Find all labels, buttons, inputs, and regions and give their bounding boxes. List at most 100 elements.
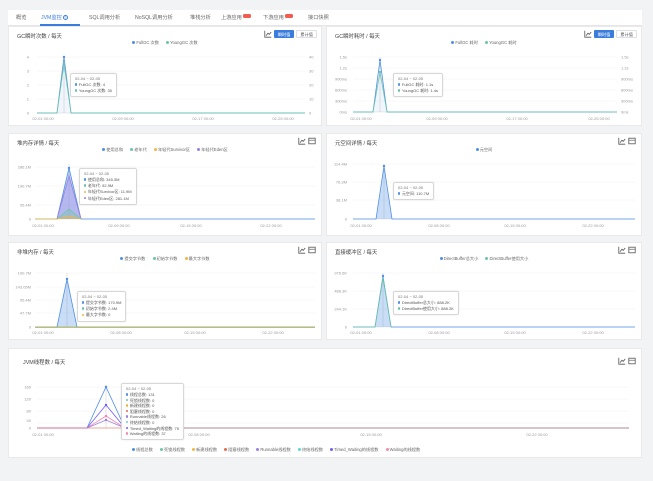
- x-tick: 02-15 00:00: [504, 330, 526, 335]
- tab-upstream-apps[interactable]: 上游应用: [221, 14, 251, 21]
- tooltip-date: 02-04 ~ 02-05: [398, 294, 424, 299]
- x-tick: 02-08 00:00: [428, 223, 450, 228]
- y2-tick: 0: [309, 111, 312, 116]
- tab-jvm-monitor[interactable]: JVM监控?: [41, 14, 68, 21]
- data-point[interactable]: [104, 403, 108, 407]
- x-tick: 02-01 00:00: [32, 432, 54, 437]
- legend-dot: [224, 448, 228, 451]
- data-point[interactable]: [104, 385, 108, 389]
- data-point[interactable]: [62, 55, 66, 59]
- legend-item[interactable]: Timed_Waiting的线程数: [330, 447, 378, 452]
- tab-sql-analysis[interactable]: SQL调用分析: [89, 14, 120, 21]
- data-point[interactable]: [65, 277, 69, 281]
- y-tick: 0ms: [339, 110, 347, 115]
- tab-interface-snapshot[interactable]: 接口快照: [308, 14, 329, 21]
- legend-label: 阻塞线程数: [228, 447, 250, 452]
- legend-label: 死锁线程数: [163, 447, 185, 452]
- tooltip-label: Runnable线程数:: [129, 414, 161, 420]
- tooltip-date: 02-04 ~ 02-05: [126, 386, 152, 391]
- panel-metaspace: 元空间详情 / 每天 元空间 114.4M 76.3M 38.1M 0 02-0…: [326, 133, 642, 236]
- tooltip-value: 131: [148, 392, 155, 397]
- y-tick: 120: [24, 397, 31, 402]
- tooltip-label: FullGC 耗时:: [401, 82, 425, 87]
- legend-item[interactable]: 死锁线程数: [159, 447, 185, 452]
- legend-item[interactable]: 阻塞线程数: [224, 447, 249, 452]
- chart-gc-time: 1.5s 1.2s 900ms 600ms 300ms 0ms 1.5s 1.2…: [335, 55, 633, 122]
- tab-downstream-apps[interactable]: 下游应用: [263, 14, 293, 21]
- legend-item[interactable]: 新建线程数: [192, 447, 217, 452]
- legend-item[interactable]: 终结线程数: [297, 447, 323, 452]
- legend-label: 新建线程数: [196, 447, 218, 452]
- tooltip-value: 0: [108, 312, 111, 318]
- legend-dot: [385, 448, 389, 451]
- x-tick: 02-01 00:00: [350, 330, 372, 335]
- tab-bar: 概览 JVM监控? SQL调用分析 NoSQL调用分析 堆栈分析 上游应用 下游…: [8, 10, 642, 26]
- y-tick: 0: [27, 111, 30, 116]
- x-tick: 02-15 00:00: [184, 330, 206, 335]
- chart-gc-count: 4 3 2 1 0 40 30 20 10 0 02-01 00:00 02-0…: [27, 55, 314, 122]
- y-tick: 76.3M: [336, 180, 347, 185]
- chart-tooltip: 02-04 ~ 02-05 元空间: 110.7M: [393, 182, 435, 201]
- y-tick: 4: [27, 55, 30, 60]
- tooltip-row: DirectBuffer使用大小: 888.2K: [398, 306, 454, 312]
- data-point[interactable]: [378, 58, 382, 62]
- legend-label: Timed_Waiting的线程数: [334, 447, 379, 452]
- data-point[interactable]: [62, 62, 66, 66]
- y-tick: 95.4M: [20, 298, 31, 303]
- data-point[interactable]: [67, 166, 71, 170]
- y-tick: 190.7M: [18, 184, 31, 189]
- tooltip-label: Timed_Waiting的线程数:: [129, 425, 174, 431]
- y2-tick: 0ms: [621, 110, 629, 115]
- y2-tick: 20: [309, 83, 314, 88]
- data-point[interactable]: [104, 414, 108, 418]
- tab-overview[interactable]: 概览: [16, 14, 26, 21]
- y2-tick: 40: [309, 55, 314, 60]
- tooltip-row: Waiting的线程数: 37: [126, 431, 179, 437]
- panel-jvm-threads: JVM线程数 / 每天 160 120 80 40 0 02-01 00:00 …: [8, 348, 642, 458]
- tooltip-row: 元空间: 110.7M: [398, 191, 429, 197]
- legend-item[interactable]: 线程总数: [132, 447, 153, 452]
- legend-item[interactable]: Waiting的线程数: [385, 447, 420, 452]
- new-badge: [242, 14, 251, 18]
- x-tick: 02-01 00:00: [32, 330, 54, 335]
- y2-tick: 900ms: [621, 77, 633, 82]
- tooltip-value: 4: [102, 82, 105, 87]
- tooltip-value: 35: [107, 88, 112, 94]
- y-tick: 286.1M: [18, 165, 31, 170]
- x-tick: 02-22 00:00: [582, 330, 604, 335]
- tooltip-row: YoungGC 耗时: 1.4s: [398, 88, 438, 94]
- y-tick: 976.6K: [334, 271, 347, 276]
- y2-tick: 300ms: [621, 99, 633, 104]
- legend-label: 线程总数: [136, 447, 153, 452]
- tab-nosql-analysis[interactable]: NoSQL调用分析: [135, 14, 173, 21]
- chart-tooltip: 02-04 ~ 02-05 使用总和: 345.3M 老年代: 52.9M 年轻…: [79, 168, 137, 205]
- x-tick: 02-22 00:00: [526, 432, 548, 437]
- help-icon[interactable]: ?: [62, 15, 68, 20]
- tooltip-value: 345.3M: [106, 177, 120, 182]
- tooltip-value: 1.1s: [425, 82, 434, 87]
- y-tick: 1.2s: [339, 66, 347, 71]
- data-point[interactable]: [104, 418, 108, 422]
- chart-tooltip: 02-04 ~ 02-05 DirectBuffer总大小: 888.2K Di…: [393, 291, 459, 316]
- chart-jvm-threads: 160 120 80 40 0 02-01 00:00 02-08 00:00 …: [24, 385, 629, 437]
- tab-stack-analysis[interactable]: 堆栈分析: [190, 14, 211, 21]
- tooltip-row: 最大字节数: 0: [82, 312, 121, 318]
- tooltip-label: 初始字节数:: [85, 306, 108, 312]
- x-tick: 02-09 00:00: [108, 223, 130, 228]
- y2-tick: 1.5s: [621, 55, 629, 60]
- panel-gc-count: GC瞬时次数 / 每天 FullGC 次数 YoungGC 次数 瞬时值 累计值…: [8, 26, 322, 126]
- tooltip-label: 年轻代Eden区:: [87, 195, 115, 201]
- y2-tick: 600ms: [621, 88, 633, 93]
- data-point[interactable]: [381, 274, 385, 278]
- data-point[interactable]: [382, 164, 386, 168]
- x-tick: 02-15 00:00: [180, 223, 202, 228]
- data-point[interactable]: [378, 70, 382, 74]
- legend-item[interactable]: Runnable线程数: [256, 447, 291, 452]
- x-tick: 02-08 00:00: [428, 330, 450, 335]
- tooltip-label: 终结线程数:: [129, 419, 152, 425]
- tooltip-label: FullGC 次数:: [78, 82, 102, 87]
- tooltip-label: 新建线程数:: [129, 403, 152, 409]
- y-tick: 95.4M: [20, 203, 31, 208]
- x-tick: 02-22 00:00: [582, 223, 604, 228]
- tooltip-label: YoungGC 耗时:: [401, 88, 430, 94]
